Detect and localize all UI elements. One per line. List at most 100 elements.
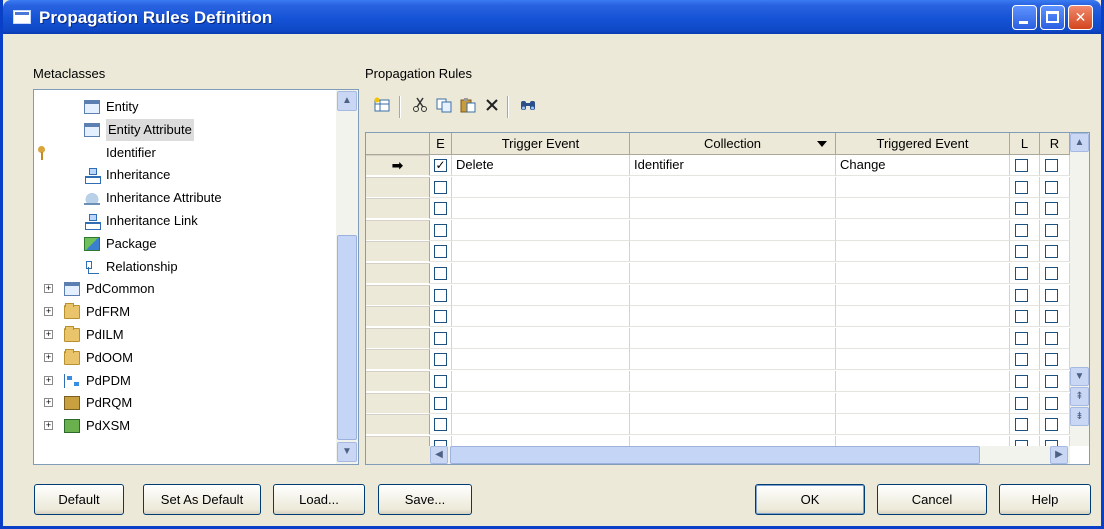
cell-collection[interactable]: Identifier — [630, 155, 836, 176]
cell-trigger-event[interactable] — [452, 414, 630, 436]
cell-trigger-event[interactable] — [452, 284, 630, 306]
cell-triggered-event[interactable] — [836, 241, 1010, 263]
l-checkbox[interactable] — [1015, 202, 1028, 216]
cell-e[interactable] — [430, 306, 452, 328]
save-button[interactable]: Save... — [378, 484, 472, 515]
cell-trigger-event[interactable] — [452, 392, 630, 414]
row-header[interactable] — [366, 306, 430, 328]
cell-e[interactable] — [430, 176, 452, 198]
tree-item[interactable]: Entity — [34, 96, 334, 118]
cell-e[interactable] — [430, 263, 452, 284]
add-rows-icon[interactable] — [371, 97, 393, 117]
e-checkbox[interactable] — [434, 396, 447, 410]
expand-icon[interactable]: + — [44, 284, 53, 294]
row-header[interactable] — [366, 327, 430, 349]
l-checkbox[interactable] — [1015, 180, 1028, 194]
cell-collection[interactable] — [630, 284, 836, 306]
cell-triggered-event[interactable]: Change — [836, 155, 1010, 176]
cell-e[interactable] — [430, 219, 452, 241]
tree-item[interactable]: + PdPDM — [34, 370, 334, 392]
cell-triggered-event[interactable] — [836, 306, 1010, 328]
cell-l[interactable] — [1010, 371, 1040, 392]
cell-l[interactable] — [1010, 176, 1040, 198]
r-checkbox[interactable] — [1045, 418, 1058, 432]
r-checkbox[interactable] — [1045, 310, 1058, 324]
row-header[interactable] — [366, 219, 430, 241]
e-checkbox[interactable] — [434, 202, 447, 216]
r-checkbox[interactable] — [1045, 180, 1058, 194]
cell-e[interactable] — [430, 371, 452, 392]
tree-item[interactable]: + PdILM — [34, 324, 334, 346]
tree-item[interactable]: + PdOOM — [34, 347, 334, 369]
r-checkbox[interactable] — [1045, 353, 1058, 367]
grid-scroll-right-button[interactable]: ▶ — [1050, 446, 1068, 464]
cell-e[interactable] — [430, 327, 452, 349]
cell-collection[interactable] — [630, 414, 836, 436]
grid-scroll-down-button[interactable]: ▼ — [1070, 367, 1089, 386]
expand-icon[interactable]: + — [44, 307, 53, 317]
cell-r[interactable] — [1040, 284, 1070, 306]
column-header-collection[interactable]: Collection — [630, 133, 836, 155]
l-checkbox[interactable] — [1015, 375, 1028, 388]
row-header[interactable] — [366, 414, 430, 436]
cell-triggered-event[interactable] — [836, 263, 1010, 284]
cell-triggered-event[interactable] — [836, 198, 1010, 220]
cell-collection[interactable] — [630, 392, 836, 414]
grid-horizontal-thumb[interactable] — [450, 446, 980, 464]
cell-collection[interactable] — [630, 198, 836, 220]
e-checkbox[interactable] — [434, 331, 447, 345]
find-icon[interactable] — [517, 97, 539, 117]
expand-icon[interactable]: + — [44, 398, 53, 408]
cut-icon[interactable] — [409, 97, 431, 117]
r-checkbox[interactable] — [1045, 396, 1058, 410]
l-checkbox[interactable] — [1015, 223, 1028, 237]
cell-collection[interactable] — [630, 219, 836, 241]
column-header-e[interactable]: E — [430, 133, 452, 155]
title-bar[interactable]: Propagation Rules Definition ✕ — [3, 0, 1101, 34]
cell-e[interactable] — [430, 284, 452, 306]
l-checkbox[interactable] — [1015, 245, 1028, 259]
e-checkbox[interactable] — [434, 267, 447, 280]
scroll-up-button[interactable]: ▲ — [337, 91, 357, 111]
cell-e[interactable] — [430, 392, 452, 414]
expand-icon[interactable]: + — [44, 352, 53, 362]
row-header[interactable] — [366, 241, 430, 263]
grid-page-up-button[interactable]: ⇞ — [1070, 387, 1089, 406]
r-checkbox[interactable] — [1045, 245, 1058, 259]
l-checkbox[interactable] — [1015, 288, 1028, 302]
e-checkbox[interactable] — [434, 288, 447, 302]
cell-l[interactable] — [1010, 327, 1040, 349]
close-button[interactable]: ✕ — [1068, 5, 1093, 30]
tree-item[interactable]: + PdCommon — [34, 278, 334, 300]
cell-r[interactable] — [1040, 241, 1070, 263]
propagation-rules-grid[interactable]: E Trigger Event Collection Triggered Eve… — [365, 132, 1090, 465]
scroll-thumb[interactable] — [337, 235, 357, 440]
row-header[interactable] — [366, 263, 430, 284]
paste-icon[interactable] — [457, 97, 479, 117]
cell-triggered-event[interactable] — [836, 219, 1010, 241]
cell-r[interactable] — [1040, 198, 1070, 220]
row-header[interactable] — [366, 371, 430, 392]
set-as-default-button[interactable]: Set As Default — [143, 484, 261, 515]
cell-r[interactable] — [1040, 155, 1070, 176]
column-header-l[interactable]: L — [1010, 133, 1040, 155]
column-header-triggered-event[interactable]: Triggered Event — [836, 133, 1010, 155]
cell-collection[interactable] — [630, 349, 836, 371]
cell-triggered-event[interactable] — [836, 176, 1010, 198]
cell-trigger-event[interactable] — [452, 198, 630, 220]
cancel-button[interactable]: Cancel — [877, 484, 987, 515]
cell-trigger-event[interactable] — [452, 349, 630, 371]
e-checkbox[interactable] — [434, 418, 447, 432]
cell-e[interactable] — [430, 414, 452, 436]
cell-collection[interactable] — [630, 263, 836, 284]
cell-trigger-event[interactable] — [452, 306, 630, 328]
tree-item[interactable]: Inheritance Link — [34, 210, 334, 232]
delete-icon[interactable] — [481, 97, 503, 117]
cell-trigger-event[interactable] — [452, 327, 630, 349]
tree-item[interactable]: Package — [34, 233, 334, 255]
row-header[interactable] — [366, 349, 430, 371]
cell-l[interactable] — [1010, 349, 1040, 371]
l-checkbox[interactable] — [1015, 418, 1028, 432]
maximize-button[interactable] — [1040, 5, 1065, 30]
tree-item[interactable]: + PdXSM — [34, 415, 334, 437]
